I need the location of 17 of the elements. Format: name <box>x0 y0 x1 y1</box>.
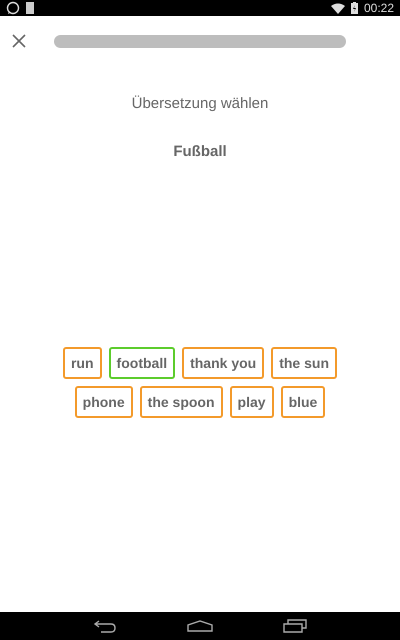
chat-icon <box>6 1 20 15</box>
source-word: Fußball <box>172 143 228 160</box>
word-choice[interactable]: the spoon <box>140 386 223 418</box>
recent-apps-icon[interactable] <box>283 619 307 633</box>
home-icon[interactable] <box>187 620 213 632</box>
word-choice[interactable]: thank you <box>182 347 264 379</box>
word-choice[interactable]: phone <box>74 386 133 418</box>
clock-time: 00:22 <box>364 1 394 15</box>
back-icon[interactable] <box>93 619 117 633</box>
wifi-icon <box>330 2 345 14</box>
word-choice[interactable]: run <box>62 347 102 379</box>
close-icon[interactable] <box>12 34 26 48</box>
instruction-text: Übersetzung wählen <box>130 95 270 112</box>
word-choice[interactable]: the sun <box>271 347 337 379</box>
word-choice[interactable]: football <box>108 347 176 379</box>
word-choice[interactable]: play <box>230 386 274 418</box>
word-choice[interactable]: blue <box>280 386 326 418</box>
